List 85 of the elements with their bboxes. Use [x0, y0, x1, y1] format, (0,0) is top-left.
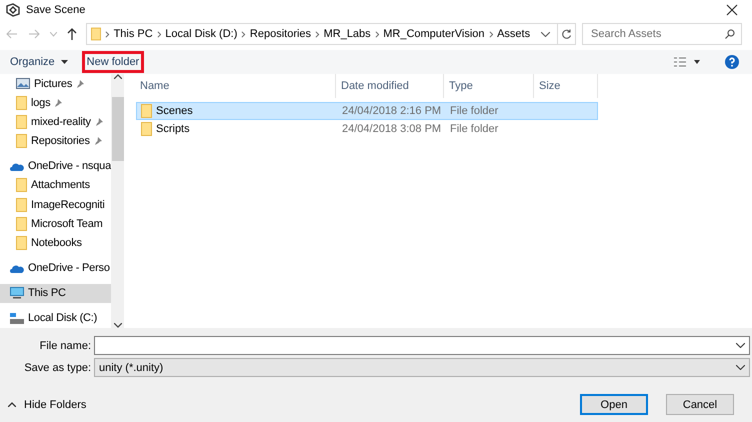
folder-icon	[16, 114, 27, 129]
chevron-icon	[156, 30, 162, 38]
breadcrumb-item[interactable]: MR_Labs	[324, 28, 371, 40]
window-title: Save Scene	[26, 4, 86, 16]
hide-folders-button[interactable]: Hide Folders	[8, 398, 86, 410]
chevron-icon	[315, 30, 320, 38]
file-name: Scripts	[156, 123, 190, 135]
pin-icon[interactable]	[94, 118, 103, 126]
folder-icon	[16, 236, 27, 250]
app-logo-icon	[6, 3, 20, 17]
caret-down-icon	[60, 60, 68, 64]
sidebar-item[interactable]: Local Disk (C:)	[0, 308, 111, 328]
column-header[interactable]: Name	[136, 74, 336, 98]
breadcrumb-item[interactable]: Assets	[497, 28, 530, 40]
date-text: 24/04/2018 3:08 PM	[342, 123, 442, 135]
folder-icon	[16, 216, 27, 231]
breadcrumb-item[interactable]: Local Disk (D:)	[165, 28, 238, 40]
cloud-icon	[10, 162, 24, 171]
cancel-button[interactable]: Cancel	[666, 394, 734, 415]
chevron-icon	[241, 30, 246, 38]
caret-down-icon[interactable]	[114, 323, 122, 328]
sidebar-item[interactable]: OneDrive - nsqua	[0, 156, 111, 176]
type-text: File folder	[450, 105, 498, 117]
breadcrumb-item[interactable]: Repositories	[250, 28, 312, 40]
file-row[interactable]: Scripts 24/04/2018 3:08 PM File folder	[136, 120, 598, 138]
file-type-dropdown[interactable]: unity (*.unity)	[94, 358, 750, 377]
chevron-down-icon	[540, 32, 550, 36]
close-icon	[726, 4, 738, 16]
chevron-down-icon	[50, 32, 56, 36]
pin-icon[interactable]	[76, 80, 84, 88]
sidebar-item[interactable]: This PC	[0, 284, 111, 303]
folder-icon	[141, 122, 152, 136]
field-label: Save as type:	[23, 362, 92, 374]
refresh-icon	[560, 28, 572, 40]
disk-icon	[10, 312, 24, 324]
search-field[interactable]: Search Assets	[582, 23, 742, 45]
folder-icon	[16, 178, 27, 192]
sidebar-item[interactable]: Repositories	[0, 132, 111, 151]
sidebar-item[interactable]: Attachments	[0, 176, 111, 196]
arrow-up-icon	[67, 28, 77, 40]
file-name: Scenes	[156, 105, 193, 117]
picture-icon	[16, 78, 30, 90]
column-header[interactable]: Date modified	[336, 74, 444, 98]
folder-icon	[16, 96, 27, 110]
breadcrumb-item[interactable]: This PC	[114, 28, 153, 40]
sidebar-item[interactable]: mixed-reality	[0, 112, 111, 132]
caret-up-icon[interactable]	[114, 74, 122, 79]
chevron-icon	[105, 30, 110, 38]
organize-button[interactable]: Organize	[6, 56, 72, 68]
sidebar-item[interactable]: Notebooks	[0, 233, 111, 253]
folder-icon	[141, 104, 152, 118]
monitor-icon	[10, 287, 24, 300]
sidebar-item[interactable]: ImageRecogniti	[0, 195, 111, 214]
column-header[interactable]: Size	[534, 74, 598, 98]
arrow-right-icon	[28, 29, 40, 39]
breadcrumb-item[interactable]: MR_ComputerVision	[383, 28, 485, 40]
chevron-icon	[488, 30, 494, 38]
chevron-down-icon	[736, 365, 745, 370]
sidebar-item[interactable]: logs	[0, 93, 111, 112]
type-text: File folder	[450, 123, 498, 135]
pin-icon[interactable]	[94, 137, 102, 146]
new-folder-button[interactable]: New folder	[82, 51, 144, 73]
date-text: 24/04/2018 2:16 PM	[342, 105, 442, 117]
column-header[interactable]: Type	[444, 74, 534, 98]
sidebar-item[interactable]: Microsoft Team	[0, 214, 111, 234]
scrollbar[interactable]	[111, 74, 124, 328]
file-row[interactable]: Scenes 24/04/2018 2:16 PM File folder	[136, 102, 598, 120]
chevron-down-icon	[736, 343, 745, 348]
field-label: File name:	[38, 340, 92, 352]
open-button[interactable]: Open	[580, 394, 648, 415]
file-name-field[interactable]	[94, 336, 750, 355]
address-bar[interactable]: This PC Local Disk (D:) Repositories MR_Labs MR_ComputerVision Assets	[86, 23, 576, 45]
folder-icon	[16, 198, 27, 212]
folder-icon	[16, 134, 27, 148]
arrow-left-icon	[6, 29, 18, 39]
cloud-icon	[10, 264, 24, 273]
scrollbar-thumb[interactable]	[112, 97, 124, 161]
folder-icon	[91, 27, 102, 41]
chevron-up-icon	[8, 402, 16, 407]
pin-icon[interactable]	[54, 98, 62, 107]
chevron-icon	[374, 30, 380, 38]
search-icon	[725, 29, 735, 39]
sidebar-item[interactable]: OneDrive - Perso	[0, 258, 111, 278]
help-icon	[725, 55, 739, 69]
sidebar-item[interactable]: Pictures	[0, 74, 111, 94]
